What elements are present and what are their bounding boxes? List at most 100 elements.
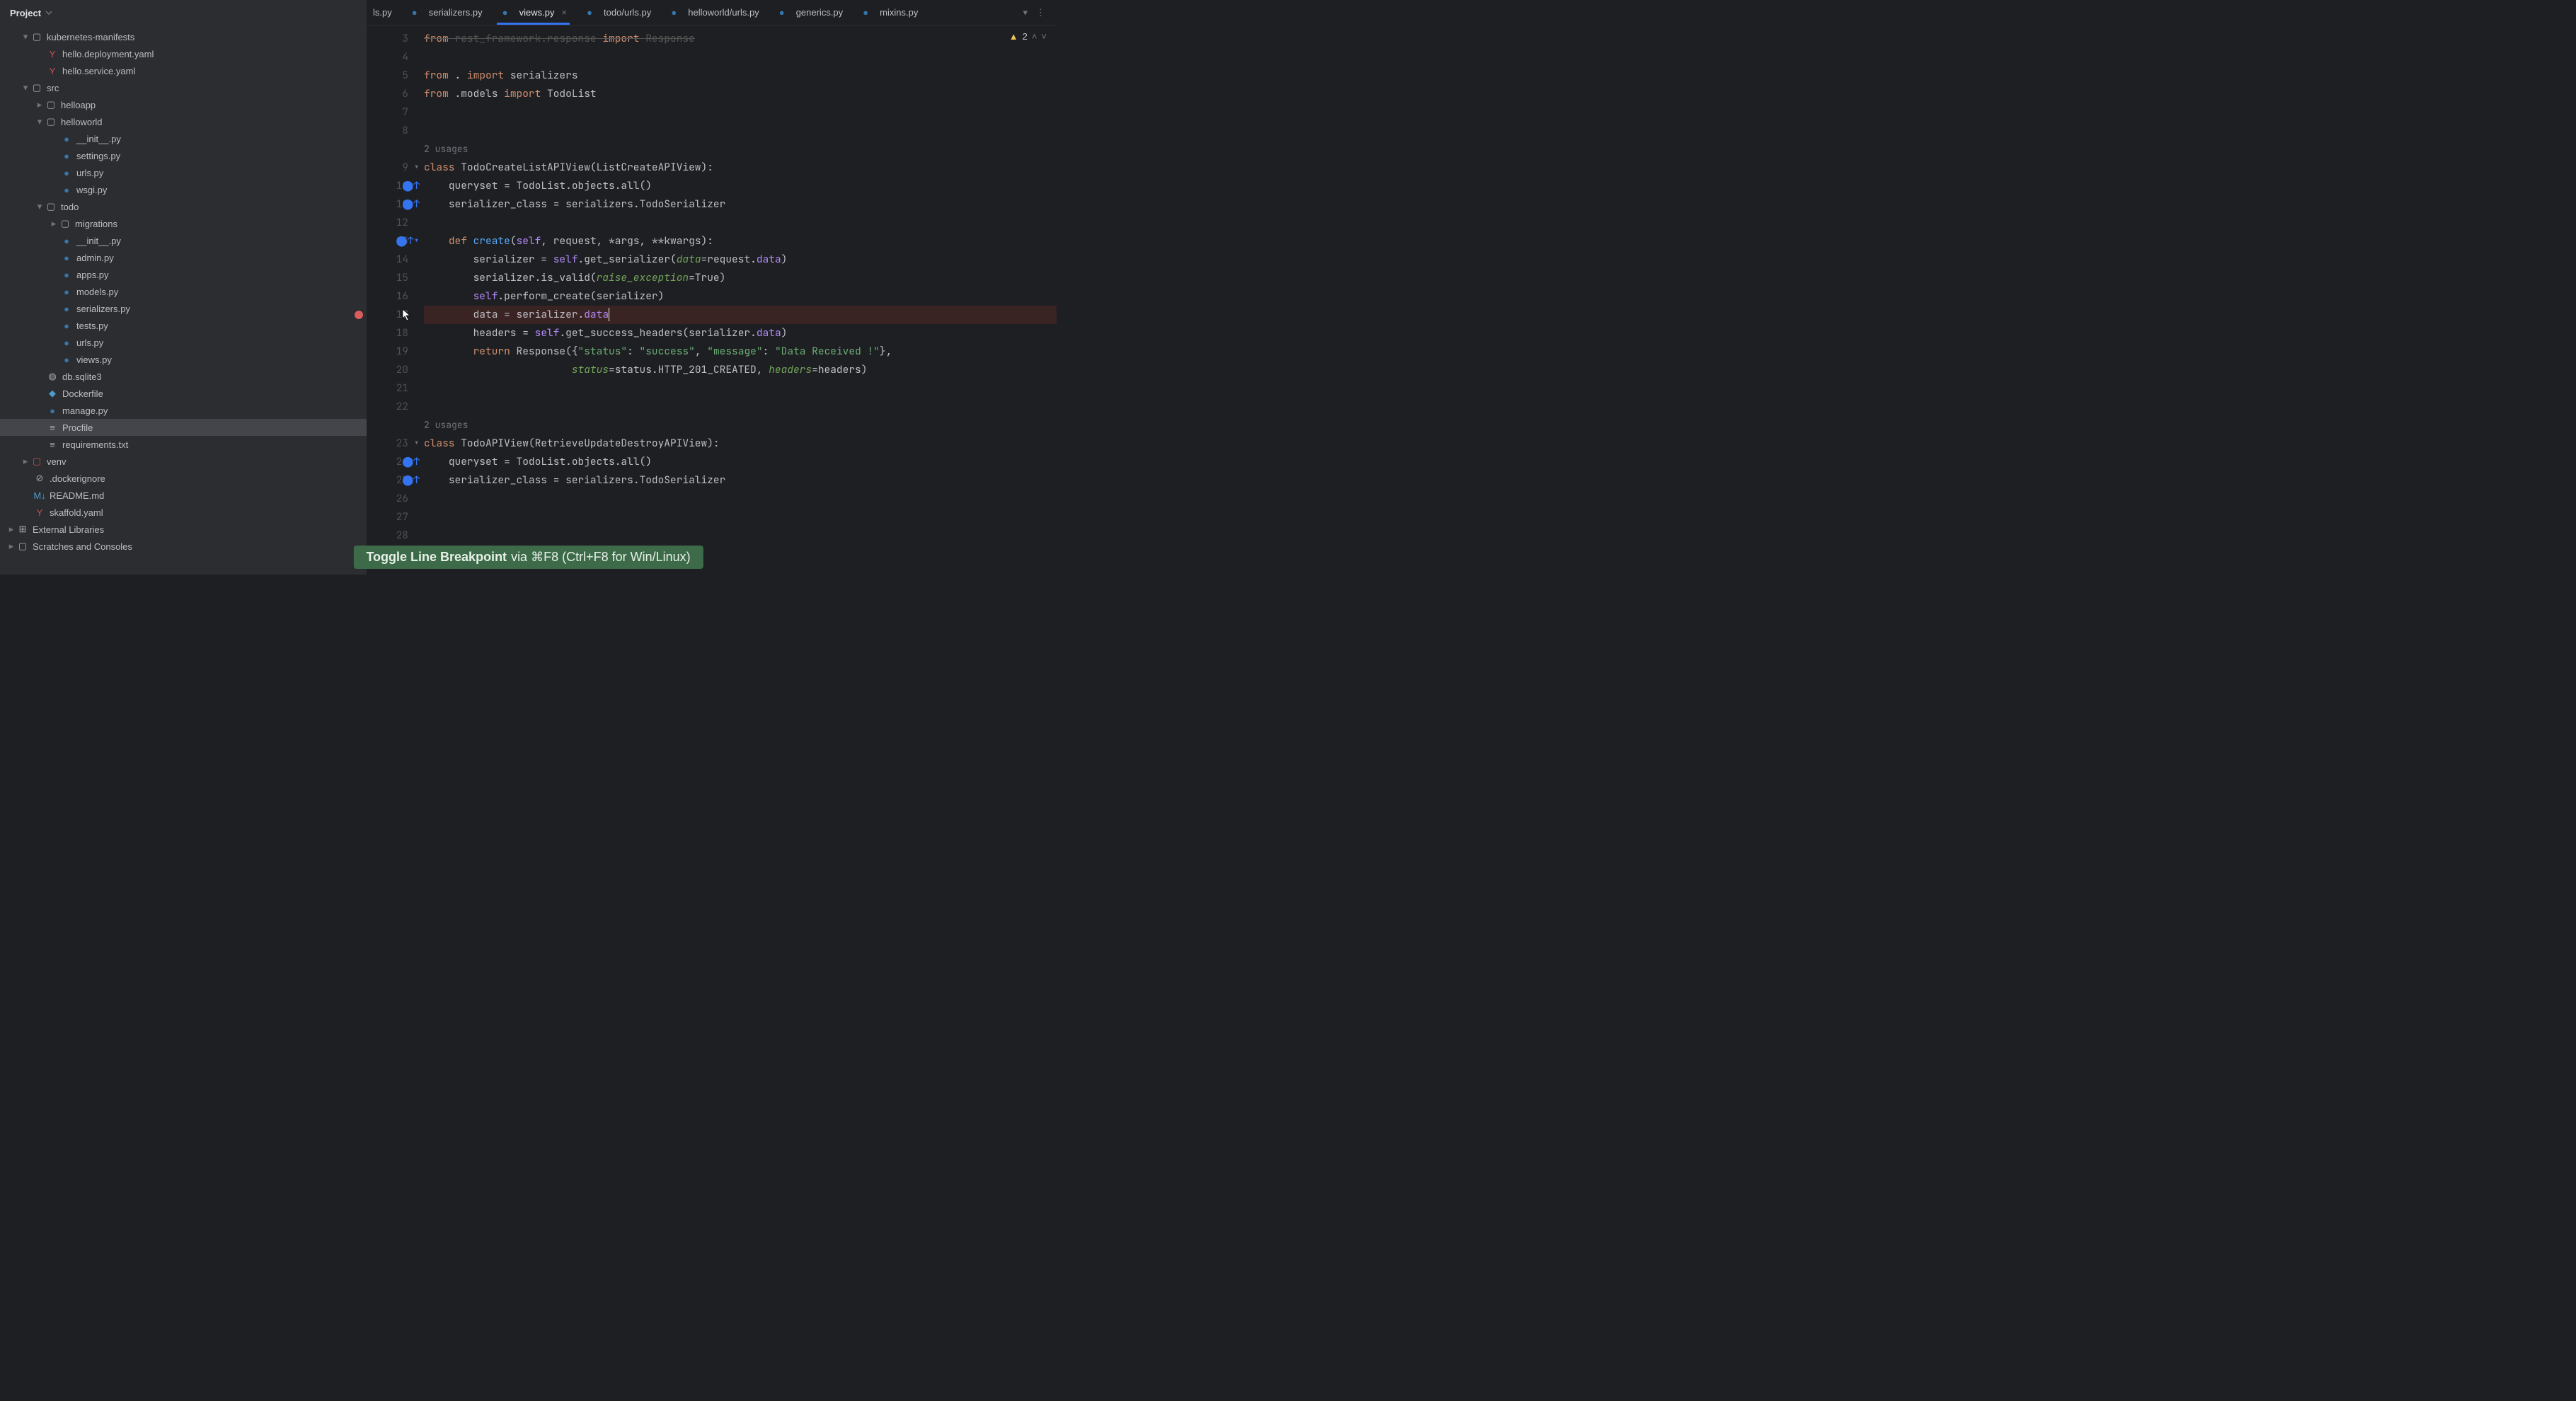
tree-file-requirements[interactable]: ≡requirements.txt — [0, 436, 367, 453]
scratch-icon: ▢ — [17, 541, 28, 552]
tree-file-serializers[interactable]: ●serializers.py — [0, 300, 367, 317]
python-icon: ● — [409, 7, 420, 18]
chevron-right-icon: ▸ — [6, 524, 17, 535]
override-icon[interactable]: ⬤↑ — [402, 195, 420, 214]
folder-icon: ▢ — [31, 456, 42, 467]
chevron-right-icon: ▸ — [6, 541, 17, 552]
tree-file-dockerignore[interactable]: ⊘.dockerignore — [0, 470, 367, 487]
tree-folder-src[interactable]: ▾▢src — [0, 79, 367, 96]
yaml-icon: Y — [47, 65, 58, 76]
tree-file-manage[interactable]: ●manage.py — [0, 402, 367, 419]
tree-file-admin[interactable]: ●admin.py — [0, 249, 367, 266]
folder-icon: ▢ — [59, 218, 71, 229]
override-icon[interactable]: ⬤↑ — [402, 453, 420, 471]
tree-file-db[interactable]: ◍db.sqlite3 — [0, 368, 367, 385]
tree-file-hello-service[interactable]: Yhello.service.yaml — [0, 62, 367, 79]
tree-file-apps[interactable]: ●apps.py — [0, 266, 367, 283]
code-editor[interactable]: 3 4 5 6 7 8 9▾ 10⬤↑ 11⬤↑ 12 13⬤↑▾ 14 15 … — [367, 25, 1057, 575]
library-icon: ⊞ — [17, 524, 28, 535]
chevron-down-icon: ▾ — [34, 116, 45, 127]
tree-external-libraries[interactable]: ▸⊞External Libraries — [0, 521, 367, 538]
python-icon: ● — [61, 167, 72, 178]
python-icon: ● — [61, 184, 72, 195]
code-content[interactable]: from rest_framework.response import Resp… — [418, 25, 1057, 575]
tree-folder-todo[interactable]: ▾▢todo — [0, 198, 367, 215]
folder-icon: ▢ — [45, 201, 57, 212]
python-icon: ● — [776, 7, 788, 18]
tree-file-dockerfile[interactable]: ◆Dockerfile — [0, 385, 367, 402]
project-sidebar: Project ▾▢kubernetes-manifests Yhello.de… — [0, 0, 367, 575]
tree-file-skaffold[interactable]: Yskaffold.yaml — [0, 504, 367, 521]
project-title: Project — [10, 8, 41, 18]
chevron-down-icon: ▾ — [20, 31, 31, 42]
docker-icon: ◆ — [47, 388, 58, 399]
python-icon: ● — [860, 7, 871, 18]
python-icon: ● — [500, 7, 511, 18]
chevron-down-icon: ▾ — [20, 82, 31, 93]
usages-hint[interactable]: 2 usages — [424, 140, 1057, 158]
editor-tabs: ls.py ●serializers.py ●views.py× ●todo/u… — [367, 0, 1057, 25]
python-icon: ● — [61, 303, 72, 314]
file-icon: ≡ — [47, 422, 58, 433]
tree-file-tests[interactable]: ●tests.py — [0, 317, 367, 334]
override-icon[interactable]: ⬤↑ — [402, 177, 420, 195]
python-icon: ● — [668, 7, 679, 18]
chevron-right-icon: ▸ — [48, 218, 59, 229]
tree-file-views[interactable]: ●views.py — [0, 351, 367, 368]
override-icon[interactable]: ⬤↑ — [402, 471, 420, 490]
chevron-down-icon[interactable]: ▾ — [1023, 7, 1028, 18]
yaml-icon: Y — [47, 48, 58, 59]
tree-file-readme[interactable]: M↓README.md — [0, 487, 367, 504]
folder-icon: ▢ — [45, 116, 57, 127]
folder-icon: ▢ — [45, 99, 57, 110]
usages-hint[interactable]: 2 usages — [424, 416, 1057, 434]
database-icon: ◍ — [47, 371, 58, 382]
tree-folder-helloapp[interactable]: ▸▢helloapp — [0, 96, 367, 113]
project-tree: ▾▢kubernetes-manifests Yhello.deployment… — [0, 25, 367, 575]
close-icon[interactable]: × — [561, 7, 567, 18]
shortcut-tooltip: Toggle Line Breakpoint via ⌘F8 (Ctrl+F8 … — [353, 546, 703, 569]
tree-folder-kubernetes-manifests[interactable]: ▾▢kubernetes-manifests — [0, 28, 367, 45]
tooltip-action: Toggle Line Breakpoint — [366, 550, 507, 565]
more-icon[interactable]: ⋮ — [1036, 7, 1045, 18]
tab-helloworld-urls[interactable]: ●helloworld/urls.py — [660, 0, 767, 25]
tab-serializers[interactable]: ●serializers.py — [401, 0, 491, 25]
yaml-icon: Y — [34, 507, 45, 518]
chevron-down-icon: ▾ — [34, 201, 45, 212]
breakpoint-icon[interactable] — [355, 311, 363, 319]
python-icon: ● — [61, 354, 72, 365]
python-icon: ● — [584, 7, 595, 18]
tree-file-hello-deployment[interactable]: Yhello.deployment.yaml — [0, 45, 367, 62]
tree-file-init[interactable]: ●__init__.py — [0, 130, 367, 147]
project-header[interactable]: Project — [0, 0, 367, 25]
tree-file-models[interactable]: ●models.py — [0, 283, 367, 300]
ignore-icon: ⊘ — [34, 473, 45, 484]
python-icon: ● — [61, 133, 72, 144]
tree-file-settings[interactable]: ●settings.py — [0, 147, 367, 164]
fold-icon[interactable]: ▾ — [413, 434, 420, 453]
editor-area: ls.py ●serializers.py ●views.py× ●todo/u… — [367, 0, 1057, 575]
tree-file-wsgi[interactable]: ●wsgi.py — [0, 181, 367, 198]
tree-folder-helloworld[interactable]: ▾▢helloworld — [0, 113, 367, 130]
tree-file-procfile[interactable]: ≡Procfile — [0, 419, 367, 436]
fold-icon[interactable]: ▾ — [413, 158, 420, 177]
tree-file-init-todo[interactable]: ●__init__.py — [0, 232, 367, 249]
tree-scratches[interactable]: ▸▢Scratches and Consoles — [0, 538, 367, 555]
tab-views[interactable]: ●views.py× — [491, 0, 575, 25]
tree-file-urls-todo[interactable]: ●urls.py — [0, 334, 367, 351]
folder-icon: ▢ — [31, 31, 42, 42]
tree-file-urls[interactable]: ●urls.py — [0, 164, 367, 181]
chevron-right-icon: ▸ — [34, 99, 45, 110]
line-number-gutter[interactable]: 3 4 5 6 7 8 9▾ 10⬤↑ 11⬤↑ 12 13⬤↑▾ 14 15 … — [367, 25, 418, 575]
python-icon: ● — [61, 286, 72, 297]
tree-folder-venv[interactable]: ▸▢venv — [0, 453, 367, 470]
tab-todo-urls[interactable]: ●todo/urls.py — [575, 0, 660, 25]
python-icon: ● — [61, 235, 72, 246]
override-fold-icon[interactable]: ⬤↑▾ — [396, 232, 420, 250]
tree-folder-migrations[interactable]: ▸▢migrations — [0, 215, 367, 232]
tab-mixins[interactable]: ●mixins.py — [851, 0, 926, 25]
python-icon: ● — [61, 337, 72, 348]
folder-icon: ▢ — [31, 82, 42, 93]
tab-ls[interactable]: ls.py — [370, 0, 401, 25]
tab-generics[interactable]: ●generics.py — [768, 0, 851, 25]
